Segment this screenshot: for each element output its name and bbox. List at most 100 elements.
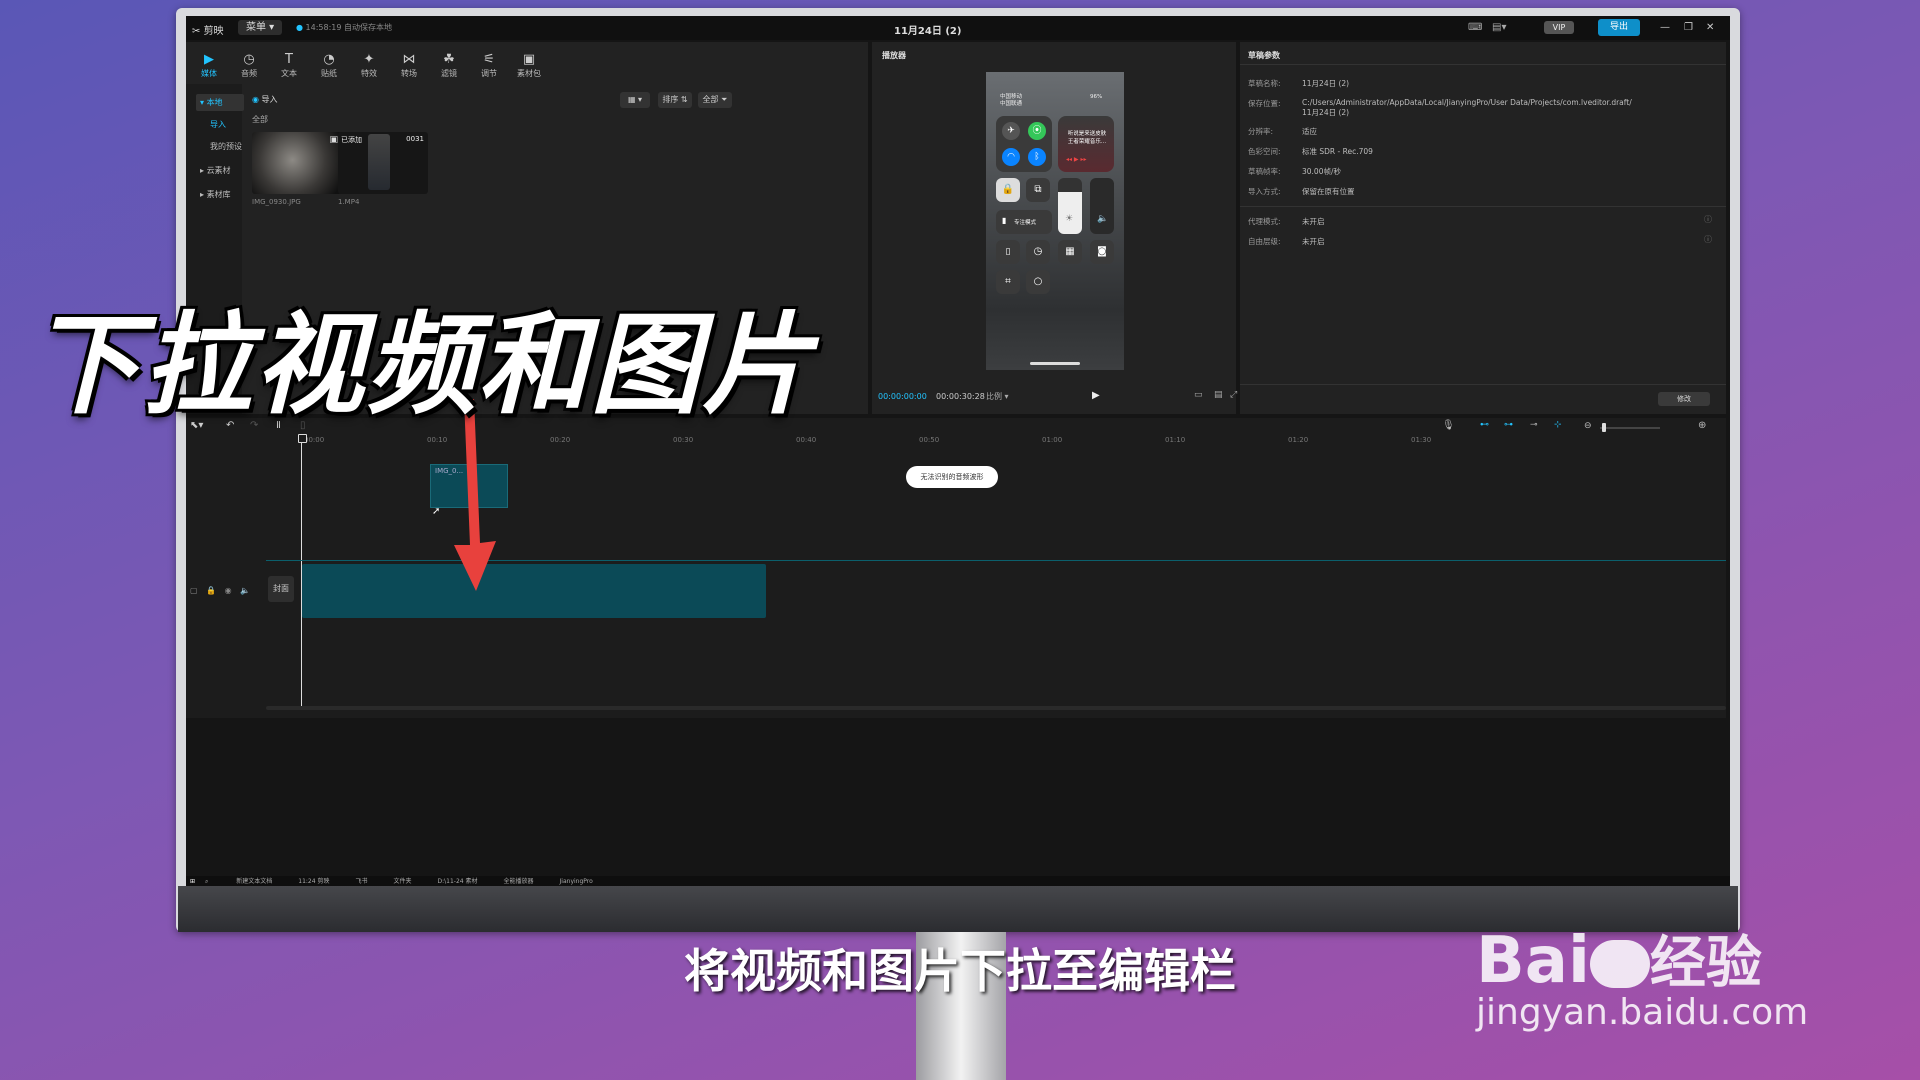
prop-value: 标准 SDR - Rec.709 <box>1302 147 1373 156</box>
search-icon[interactable]: ⌕ <box>205 878 208 885</box>
maximize-icon[interactable]: ❐ <box>1684 22 1693 33</box>
media-thumb-image[interactable]: ▣ <box>252 132 342 194</box>
tool-adjust[interactable]: ⚟ 调节 <box>472 52 506 79</box>
close-icon[interactable]: ✕ <box>1706 22 1714 33</box>
cover-button[interactable]: 封面 <box>268 576 294 602</box>
airplane-icon: ✈ <box>1002 122 1020 140</box>
prop-label: 自由层级: <box>1248 237 1281 246</box>
tool-label: 调节 <box>481 69 497 78</box>
draft-params-panel: 草稿参数 草稿名称: 11月24日 (2) 保存位置: C:/Users/Adm… <box>1240 42 1726 414</box>
paw-icon <box>1589 940 1650 989</box>
minimize-icon[interactable]: — <box>1660 22 1670 33</box>
total-time: 00:00:30:28 <box>936 392 985 401</box>
brightness-slider: ☀ <box>1058 178 1082 234</box>
music-line1: 听说是来送皮肤 <box>1067 131 1107 137</box>
shortcut-icon[interactable]: ⌨ <box>1468 22 1482 33</box>
tool-material-pack[interactable]: ▣ 素材包 <box>512 52 546 79</box>
taskbar-item[interactable]: 飞书 <box>355 878 367 885</box>
tool-filter[interactable]: ☘ 滤镜 <box>432 52 466 79</box>
view-toggle-icon[interactable]: ▦ ▾ <box>620 92 650 108</box>
edit-button[interactable]: 修改 <box>1658 392 1710 406</box>
watermark-url: jingyan.baidu.com <box>1476 992 1809 1033</box>
tool-effects[interactable]: ✦ 特效 <box>352 52 386 79</box>
fullscreen-icon[interactable]: ⤢ <box>1230 390 1237 400</box>
menu-button[interactable]: 菜单 ▾ <box>238 20 283 35</box>
waveform-view-icon[interactable]: ▭ <box>1194 390 1203 400</box>
sidebar-item-local[interactable]: ▾ 本地 <box>196 94 244 111</box>
tool-label: 贴纸 <box>321 69 337 78</box>
media-icon: ▶ <box>204 52 214 67</box>
import-button[interactable]: ◉ 导入 <box>252 94 278 105</box>
track-controls[interactable]: ▢ 🔒 ◉ 🔈 <box>190 586 253 595</box>
taskbar-apps: 新建文本文档 11:24 剪映 飞书 文件夹 D:\11-24 素材 全能播放器 Jiany… <box>210 878 593 885</box>
start-icon[interactable]: ⊞ <box>190 878 195 885</box>
draft-params-title: 草稿参数 <box>1248 51 1280 60</box>
flashlight-icon: ▯ <box>996 240 1020 264</box>
app-window: ✂ 剪映 菜单 ▾ ● 14:58:19 自动保存本地 11月24日 (2) ⌨… <box>186 16 1730 886</box>
screen-record-icon: ○ <box>1026 270 1050 294</box>
player-title: 播放器 <box>882 51 906 60</box>
tool-transition[interactable]: ⋈ 转场 <box>392 52 426 79</box>
sidebar-item-cloud[interactable]: ▸ 云素材 <box>196 162 244 179</box>
taskbar-item[interactable]: JianyingPro <box>560 878 593 885</box>
import-icon: ◉ <box>252 95 259 104</box>
calculator-icon: ▦ <box>1058 240 1082 264</box>
sort-label: 排序 <box>662 95 679 104</box>
playhead-handle[interactable] <box>298 434 307 443</box>
tool-label: 特效 <box>361 69 377 78</box>
info-icon[interactable]: ⓘ <box>1704 234 1712 245</box>
carrier2: 中国联通 <box>1000 101 1023 107</box>
phone-preview: 中国移动 中国联通 96% ✈ ⦿ ◠ ᛒ 听说是来送皮肤 王者荣耀音乐... ◂◂… <box>986 72 1124 370</box>
tool-sticker[interactable]: ◔ 贴纸 <box>312 52 346 79</box>
timeline-panel: ⬉▾ ↶ ↷ Ⅱ ▯ 🎙 ⊷ ⊶ ⊸ ⊹ ⊖ ⊕ 00:00 00:10 00:20… <box>186 418 1726 718</box>
ratio-button[interactable]: 比例 ▾ <box>986 391 1009 402</box>
main-video-clip[interactable] <box>302 564 766 618</box>
watermark-brand: 经验 <box>1649 931 1762 996</box>
ratio-view-icon[interactable]: ▤ <box>1214 390 1223 400</box>
info-icon[interactable]: ⓘ <box>1704 214 1712 225</box>
menu-label: 菜单 <box>246 22 266 33</box>
material-pack-icon: ▣ <box>522 52 536 67</box>
title-bar: ✂ 剪映 菜单 ▾ ● 14:58:19 自动保存本地 11月24日 (2) ⌨… <box>186 16 1730 40</box>
filter-icon: ☘ <box>443 52 455 67</box>
text-icon: T <box>285 52 293 67</box>
sidebar-item-import[interactable]: 导入 <box>196 116 254 133</box>
taskbar-item[interactable]: 全能播放器 <box>504 878 534 885</box>
tool-audio[interactable]: ◷ 音频 <box>232 52 266 79</box>
prop-value: 30.00帧/秒 <box>1302 167 1341 176</box>
export-button[interactable]: 导出 <box>1598 19 1640 36</box>
taskbar-item[interactable]: 11:24 剪映 <box>298 878 329 885</box>
tool-label: 素材包 <box>517 69 541 78</box>
prop-label: 分辨率: <box>1248 127 1274 136</box>
prop-value: C:/Users/Administrator/AppData/Local/Jia… <box>1302 98 1632 117</box>
sidebar-item-presets[interactable]: 我的预设 <box>196 138 260 155</box>
export-label: 导出 <box>1609 22 1628 32</box>
filter-all-label: 全部 <box>252 115 268 124</box>
taskbar-item[interactable]: 新建文本文档 <box>236 878 272 885</box>
media-name: 1.MP4 <box>338 198 360 206</box>
focus-label: 专注模式 <box>1014 220 1037 226</box>
tool-label: 媒体 <box>201 69 217 78</box>
timeline-scrollbar[interactable] <box>266 706 1726 710</box>
taskbar-item[interactable]: 文件夹 <box>393 878 411 885</box>
autosave-icon: ● <box>296 23 303 32</box>
play-icon[interactable]: ▶ <box>1092 390 1100 401</box>
adjust-icon: ⚟ <box>483 52 495 67</box>
sidebar-label: 本地 <box>206 98 223 107</box>
project-title: 11月24日 (2) <box>894 26 962 37</box>
tool-media[interactable]: ▶ 媒体 <box>192 52 226 79</box>
all-filter-button[interactable]: 全部 ⏷ <box>698 92 732 108</box>
connectivity-block: ✈ ⦿ ◠ ᛒ <box>996 116 1052 172</box>
sidebar-item-library[interactable]: ▸ 素材库 <box>196 186 244 203</box>
sidebar-label: 素材库 <box>206 190 231 199</box>
rotation-lock-icon: 🔒 <box>996 178 1020 202</box>
vip-badge[interactable]: VIP <box>1544 21 1574 34</box>
added-badge: 已添加 <box>341 136 362 144</box>
sort-button[interactable]: 排序 ⇅ <box>658 92 692 108</box>
camera-icon: ◙ <box>1090 240 1114 264</box>
media-thumb-video[interactable]: 已添加 0031 <box>338 132 428 194</box>
taskbar-item[interactable]: D:\11-24 素材 <box>438 878 478 885</box>
tool-text[interactable]: T 文本 <box>272 52 306 79</box>
baidu-logo: Bai 经验 <box>1476 924 1762 998</box>
layout-icon[interactable]: ▤▾ <box>1492 22 1506 33</box>
